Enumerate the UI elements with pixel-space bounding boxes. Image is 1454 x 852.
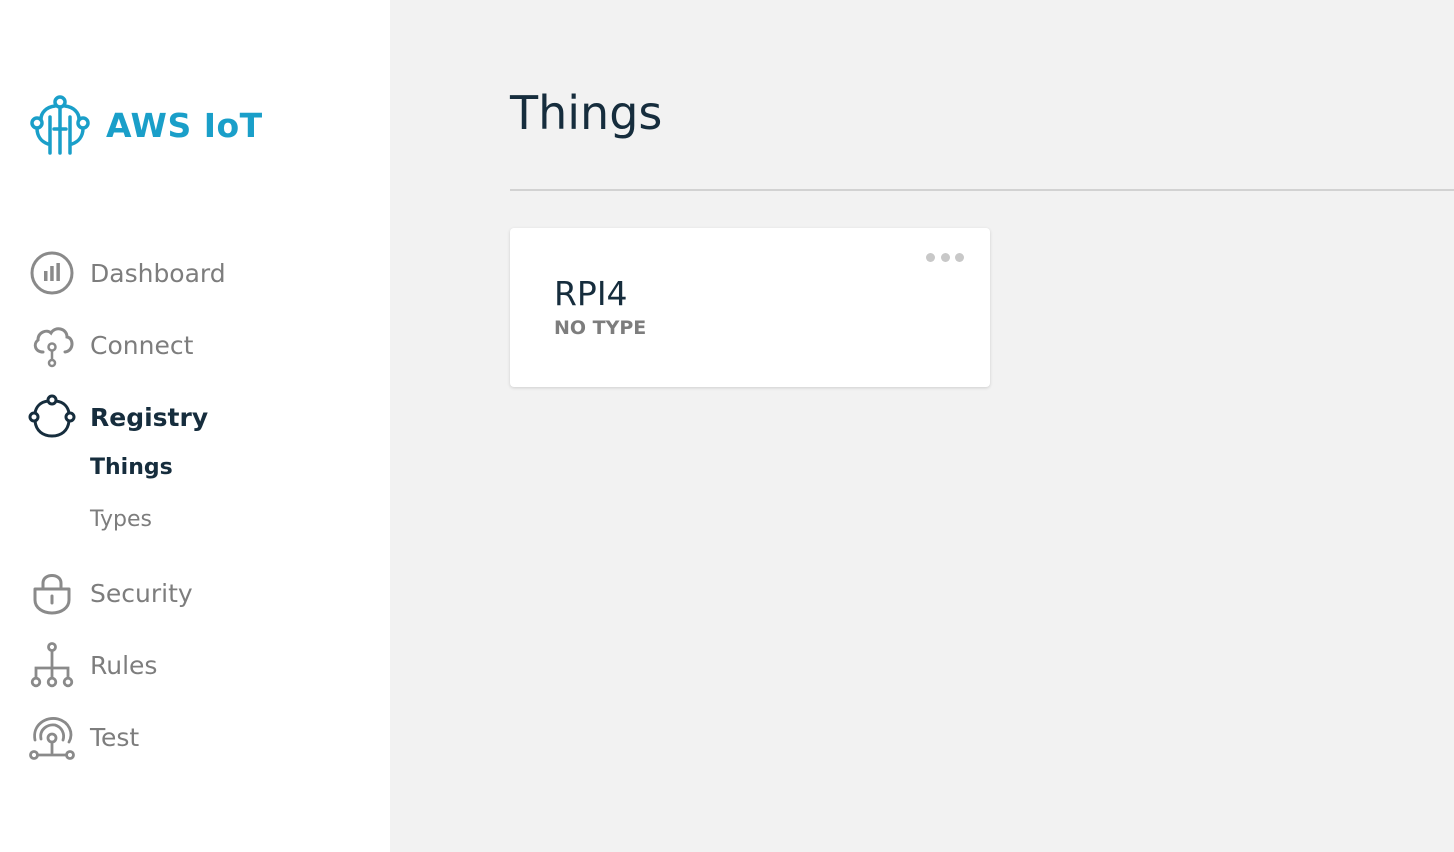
thing-card[interactable]: RPI4 NO TYPE [510, 228, 990, 387]
sidebar-item-label: Security [90, 578, 193, 608]
sidebar-item-label: Test [90, 722, 140, 752]
sidebar: AWS IoT Dashboard Connect Registry Thing… [0, 0, 390, 852]
sidebar-item-label: Rules [90, 650, 158, 680]
sidebar-subitem-things[interactable]: Things [90, 455, 173, 480]
rules-tree-icon [28, 641, 76, 689]
sidebar-item-registry[interactable]: Registry [28, 393, 208, 441]
broadcast-test-icon [28, 713, 76, 761]
cloud-connect-icon [28, 321, 76, 369]
more-horizontal-icon[interactable] [926, 250, 964, 264]
app-root: AWS IoT Dashboard Connect Registry Thing… [0, 0, 1454, 852]
sidebar-item-connect[interactable]: Connect [28, 321, 193, 369]
lock-icon [28, 569, 76, 617]
aws-iot-logo-icon [30, 95, 90, 155]
sidebar-item-label: Registry [90, 402, 209, 432]
brand-name: AWS IoT [106, 105, 263, 145]
main-content: Things RPI4 NO TYPE [390, 0, 1454, 852]
sidebar-item-label: Connect [90, 330, 194, 360]
sidebar-item-test[interactable]: Test [28, 713, 139, 761]
brand[interactable]: AWS IoT [28, 93, 263, 157]
title-divider [510, 189, 1454, 191]
thing-type: NO TYPE [554, 317, 647, 339]
sidebar-item-security[interactable]: Security [28, 569, 193, 617]
sidebar-subitem-types[interactable]: Types [90, 507, 152, 532]
page-title: Things [510, 86, 663, 140]
menu-dot [955, 252, 964, 262]
dashboard-icon [28, 249, 76, 297]
sidebar-item-label: Dashboard [90, 258, 226, 288]
sidebar-item-rules[interactable]: Rules [28, 641, 157, 689]
thing-name: RPI4 [554, 274, 628, 313]
registry-icon [28, 393, 76, 441]
sidebar-item-dashboard[interactable]: Dashboard [28, 249, 226, 297]
menu-dot [940, 252, 950, 262]
menu-dot [926, 252, 935, 262]
